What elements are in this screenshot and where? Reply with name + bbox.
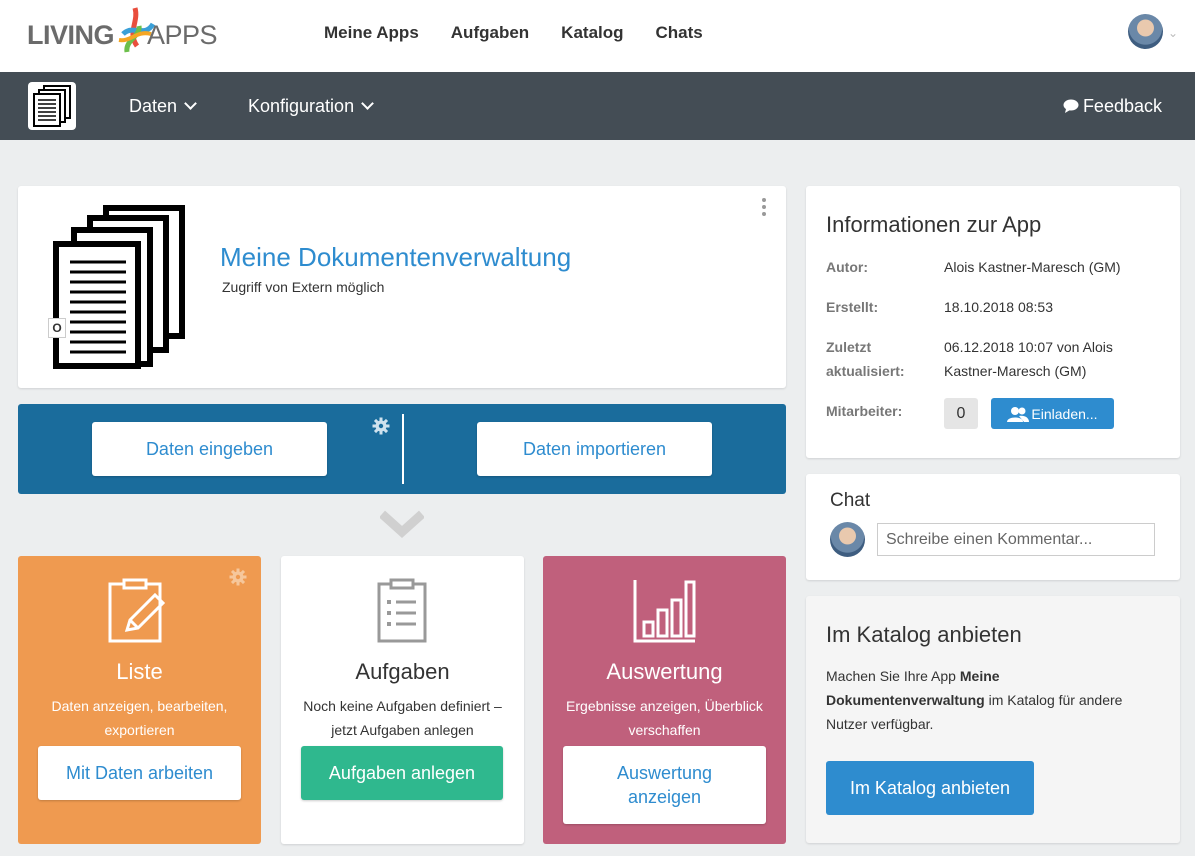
livingapps-logo[interactable]: LIVING APPS [27, 4, 227, 58]
tile-aufgaben-desc: Noch keine Aufgaben definiert – jetzt Au… [303, 698, 502, 738]
data-action-bar: Daten eingeben Daten importieren [18, 404, 786, 494]
chevron-down-icon [380, 510, 424, 539]
created-value: 18.10.2018 08:53 [944, 299, 1053, 315]
tile-auswertung-title: Auswertung [606, 659, 723, 684]
author-value: Alois Kastner-Maresch (GM) [944, 259, 1121, 275]
bar-chart-icon [633, 580, 696, 643]
tile-liste-desc: Daten anzeigen, bearbeiten, exportieren [51, 698, 228, 738]
mit-daten-arbeiten-button[interactable]: Mit Daten arbeiten [38, 746, 241, 800]
external-access-badge: O [48, 318, 66, 338]
info-title: Informationen zur App [826, 212, 1042, 237]
chevron-down-icon [361, 97, 374, 110]
created-label: Erstellt: [826, 299, 879, 315]
updated-value: 06.12.2018 10:07 von Alois Kastner-Mares… [944, 339, 1113, 379]
author-label: Autor: [826, 259, 868, 275]
users-icon [1007, 406, 1030, 422]
chat-card: Chat [806, 474, 1180, 580]
catalog-desc-pre: Machen Sie Ihre App [826, 668, 960, 684]
nav-chats[interactable]: Chats [656, 22, 703, 44]
app-title[interactable]: Meine Dokumentenverwaltung [220, 241, 571, 273]
catalog-title: Im Katalog anbieten [826, 622, 1022, 647]
daten-importieren-button[interactable]: Daten importieren [477, 422, 712, 476]
nav-aufgaben[interactable]: Aufgaben [451, 22, 529, 44]
members-label: Mitarbeiter: [826, 403, 903, 419]
gear-icon[interactable] [229, 568, 247, 586]
clipboard-edit-icon [108, 578, 166, 643]
documents-icon [53, 205, 185, 369]
tile-auswertung: Auswertung Ergebnisse anzeigen, Überblic… [543, 556, 786, 844]
task-list-icon [377, 578, 427, 643]
app-info-card: Informationen zur App Autor: Alois Kastn… [806, 186, 1180, 458]
auswertung-anzeigen-button[interactable]: Auswertung anzeigen [563, 746, 766, 824]
feedback-label: Feedback [1082, 96, 1162, 116]
catalog-description: Machen Sie Ihre App Meine Dokumentenverw… [826, 664, 1161, 736]
app-header-card: O Meine Dokumentenverwaltung Zugriff von… [18, 186, 786, 388]
gear-icon[interactable] [372, 417, 390, 435]
tile-auswertung-desc: Ergebnisse anzeigen, Überblick verschaff… [566, 698, 763, 738]
chevron-down-icon [184, 97, 197, 110]
user-avatar[interactable] [1128, 14, 1163, 49]
tile-aufgaben-title: Aufgaben [355, 659, 450, 684]
comment-icon [1063, 99, 1079, 113]
chat-user-avatar [830, 522, 865, 557]
nav-katalog[interactable]: Katalog [561, 22, 623, 44]
updated-label: Zuletzt aktualisiert: [826, 339, 905, 379]
menu-daten-label: Daten [129, 96, 178, 116]
menu-konfiguration[interactable]: Konfiguration [248, 95, 374, 117]
app-toolbar: Daten Konfiguration Feedback [0, 72, 1195, 140]
app-icon[interactable] [28, 82, 76, 130]
logo-text-living: LIVING [27, 20, 115, 50]
catalog-card: Im Katalog anbieten Machen Sie Ihre App … [806, 596, 1180, 843]
feedback-link[interactable]: Feedback [1063, 95, 1162, 117]
tile-aufgaben: Aufgaben Noch keine Aufgaben definiert –… [281, 556, 524, 844]
daten-eingeben-button[interactable]: Daten eingeben [92, 422, 327, 476]
chat-title: Chat [830, 490, 871, 511]
aufgaben-anlegen-button[interactable]: Aufgaben anlegen [301, 746, 503, 800]
chat-comment-input[interactable] [877, 523, 1155, 556]
tile-liste: Liste Daten anzeigen, bearbeiten, export… [18, 556, 261, 844]
divider [402, 414, 404, 484]
more-options-icon[interactable] [762, 198, 768, 219]
app-subtitle: Zugriff von Extern möglich [222, 279, 385, 295]
chevron-down-icon[interactable]: ⌄ [1168, 26, 1178, 40]
top-bar: LIVING APPS Meine Apps Aufgaben Katalog … [0, 0, 1195, 72]
members-count[interactable]: 0 [944, 398, 978, 429]
logo-text-apps: APPS [147, 20, 218, 50]
im-katalog-anbieten-button[interactable]: Im Katalog anbieten [826, 761, 1034, 815]
nav-meine-apps[interactable]: Meine Apps [324, 22, 419, 44]
tile-liste-title: Liste [116, 659, 163, 684]
menu-konfiguration-label: Konfiguration [248, 96, 355, 116]
invite-button[interactable]: Einladen... [991, 398, 1114, 429]
main-nav: Meine Apps Aufgaben Katalog Chats [324, 22, 735, 44]
menu-daten[interactable]: Daten [129, 95, 197, 117]
invite-label: Einladen... [1031, 405, 1098, 422]
